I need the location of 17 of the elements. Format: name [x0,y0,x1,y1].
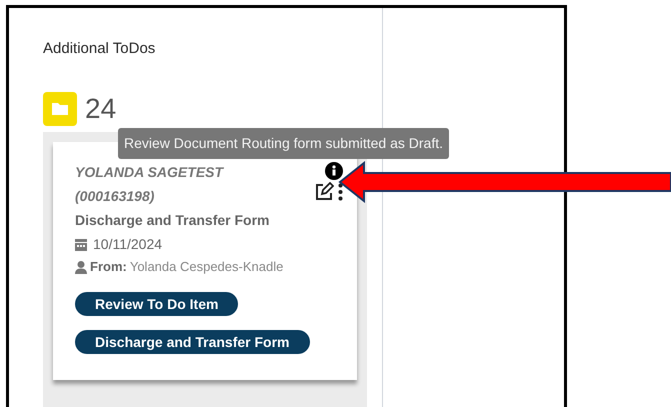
panel-title: Additional ToDos [43,39,156,58]
patient-id: (000163198) [75,187,156,206]
from-name: Yolanda Cespedes-Knadle [130,258,284,276]
todo-date: 10/11/2024 [93,235,162,254]
action-button[interactable]: Review To Do Item [75,292,238,316]
calendar-icon [75,238,87,250]
folder-icon [43,92,77,126]
patient-name: YOLANDA SAGETEST [75,163,224,182]
form-name: Discharge and Transfer Form [75,211,271,230]
tooltip: Review Document Routing form submitted as Draft. [118,128,450,159]
action-button[interactable]: Discharge and Transfer Form [75,330,310,354]
from-label: From: [90,258,127,276]
more-icon[interactable] [338,183,343,201]
person-icon [75,260,87,274]
edit-icon[interactable] [314,182,334,202]
todo-count: 24 [85,95,116,123]
info-icon[interactable] [325,162,343,180]
